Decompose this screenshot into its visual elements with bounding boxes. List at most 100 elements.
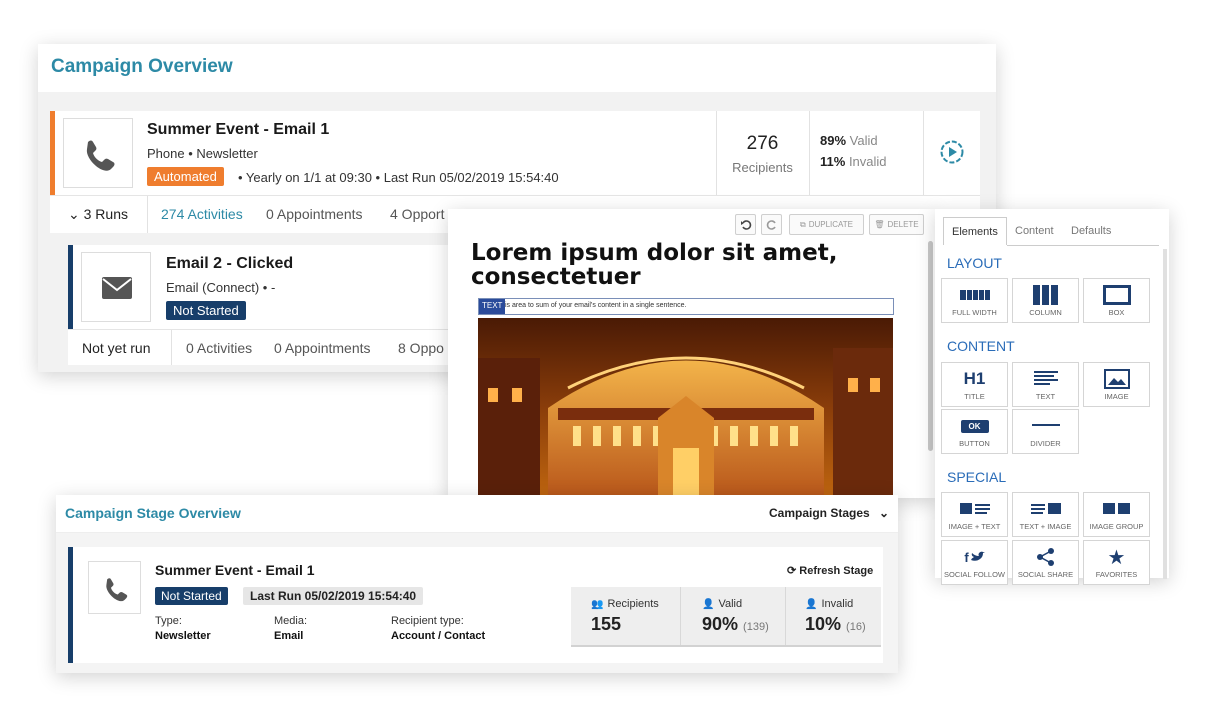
metric-count: (16) <box>846 621 866 633</box>
tab-defaults[interactable]: Defaults <box>1063 217 1123 245</box>
tile-image-text[interactable]: IMAGE + TEXT <box>941 492 1008 537</box>
duplicate-label: DUPLICATE <box>808 220 854 229</box>
metric-invalid: 👤 Invalid 10% (16) <box>786 587 881 645</box>
campaign-item-meta: Email (Connect) • - <box>166 280 276 295</box>
email-editor-canvas: ⧉ DUPLICATE 🗑 DELETE Lorem ipsum dolor sit… <box>448 209 937 498</box>
tile-full-width[interactable]: FULL WIDTH <box>941 278 1008 323</box>
tab-elements[interactable]: Elements <box>943 217 1007 245</box>
full-width-icon <box>942 284 1007 306</box>
campaign-item-title[interactable]: Email 2 - Clicked <box>166 255 293 273</box>
campaign-item-title[interactable]: Summer Event - Email 1 <box>147 121 329 139</box>
user-check-icon: 👤 <box>702 598 715 610</box>
text-block-content: is area to sum of your email's content i… <box>505 302 687 309</box>
metric-label: Recipients <box>607 598 659 610</box>
tile-label: TEXT + IMAGE <box>1019 522 1072 531</box>
button-icon: OK <box>942 415 1007 437</box>
tile-box[interactable]: BOX <box>1083 278 1150 323</box>
content-section-title: CONTENT <box>947 338 1015 354</box>
activities-count[interactable]: 0 Activities <box>186 340 252 356</box>
tile-image[interactable]: IMAGE <box>1083 362 1150 407</box>
people-icon: 👥 <box>591 598 604 610</box>
email-heading[interactable]: Lorem ipsum dolor sit amet, consectetuer <box>471 241 871 289</box>
tile-label: BOX <box>1108 308 1125 317</box>
box-icon <box>1084 284 1149 306</box>
divider <box>171 330 172 365</box>
campaign-stages-dropdown[interactable]: Campaign Stages ⌄ <box>769 506 889 520</box>
runs-toggle[interactable]: ⌄ 3 Runs <box>68 206 128 223</box>
metric-count: (139) <box>743 621 769 633</box>
campaign-item-summer-event[interactable]: Summer Event - Email 1 Phone • Newslette… <box>50 111 980 195</box>
divider-icon <box>1013 415 1078 437</box>
tile-text[interactable]: TEXT <box>1012 362 1079 407</box>
refresh-icon: ⟳ <box>787 565 797 577</box>
ok-glyph: OK <box>960 419 989 433</box>
recipient-type-value: Account / Contact <box>391 630 486 642</box>
type-value: Newsletter <box>155 630 211 642</box>
stage-card-title: Summer Event - Email 1 <box>155 562 315 578</box>
phone-icon <box>88 561 141 614</box>
tile-label: IMAGE <box>1104 392 1129 401</box>
campaign-overview-title: Campaign Overview <box>51 56 233 77</box>
text-lines-icon <box>1013 368 1078 390</box>
copy-icon: ⧉ <box>799 219 806 229</box>
envelope-icon <box>81 252 151 322</box>
last-run-chip: Last Run 05/02/2019 15:54:40 <box>243 587 424 605</box>
hero-image[interactable] <box>478 318 893 498</box>
user-x-icon: 👤 <box>805 598 818 610</box>
stage-metrics: 👥 Recipients 155 👤 Valid 90% (139) 👤 Invali… <box>571 587 881 647</box>
tile-divider[interactable]: DIVIDER <box>1012 409 1079 454</box>
tile-label: SOCIAL SHARE <box>1017 570 1074 579</box>
play-icon[interactable] <box>939 139 965 170</box>
text-block[interactable]: TEXT is area to sum of your email's cont… <box>478 298 894 315</box>
status-badge: Not Started <box>155 587 228 605</box>
tile-favorites[interactable]: ★ FAVORITES <box>1083 540 1150 585</box>
share-icon <box>1013 546 1078 568</box>
campaign-stage-header: Campaign Stage Overview Campaign Stages … <box>56 495 898 533</box>
duplicate-button[interactable]: ⧉ DUPLICATE <box>789 214 864 235</box>
media-value: Email <box>274 630 304 642</box>
redo-button[interactable] <box>761 214 782 235</box>
delete-button[interactable]: 🗑 DELETE <box>869 214 924 235</box>
phone-icon <box>63 118 133 188</box>
tile-title[interactable]: H1 TITLE <box>941 362 1008 407</box>
metric-label: Valid <box>718 598 743 610</box>
campaign-item-email-2[interactable]: Email 2 - Clicked Email (Connect) • - No… <box>68 245 480 329</box>
media-label: Media: <box>274 615 308 627</box>
tile-label: TEXT <box>1035 392 1056 401</box>
dropdown-label: Campaign Stages <box>769 506 870 520</box>
activities-link[interactable]: 274 Activities <box>161 206 243 222</box>
tile-social-share[interactable]: SOCIAL SHARE <box>1012 540 1079 585</box>
tile-label: COLUMN <box>1029 308 1062 317</box>
tab-content[interactable]: Content <box>1007 217 1063 245</box>
special-section-title: SPECIAL <box>947 469 1007 485</box>
valid-label: Valid <box>849 133 878 148</box>
undo-button[interactable] <box>735 214 756 235</box>
appointments-count: 0 Appointments <box>274 340 371 356</box>
image-icon <box>1084 368 1149 390</box>
editor-scrollbar[interactable] <box>928 241 933 451</box>
tile-label: TITLE <box>964 392 985 401</box>
social-follow-icon: f <box>942 546 1007 568</box>
tile-label: SOCIAL FOLLOW <box>944 570 1005 579</box>
tile-column[interactable]: COLUMN <box>1012 278 1079 323</box>
appointments-count: 0 Appointments <box>266 206 363 222</box>
refresh-stage-label: Refresh Stage <box>799 565 874 577</box>
tile-image-group[interactable]: IMAGE GROUP <box>1083 492 1150 537</box>
tile-button[interactable]: OK BUTTON <box>941 409 1008 454</box>
divider <box>147 196 148 233</box>
recipients-count: 276 <box>746 133 779 154</box>
image-text-icon <box>942 498 1007 520</box>
tile-social-follow[interactable]: f SOCIAL FOLLOW <box>941 540 1008 585</box>
star-icon: ★ <box>1107 546 1126 569</box>
text-block-tag: TEXT <box>479 299 506 314</box>
valid-stat: 89% Valid <box>820 133 878 148</box>
tile-text-image[interactable]: TEXT + IMAGE <box>1012 492 1079 537</box>
h1-icon: H1 <box>942 368 1007 390</box>
runs-label: Not yet run <box>82 340 151 356</box>
refresh-stage-button[interactable]: ⟳ Refresh Stage <box>787 564 873 577</box>
divider <box>809 111 810 195</box>
metric-valid: 👤 Valid 90% (139) <box>681 587 785 645</box>
panel-scrollbar[interactable] <box>1163 249 1167 579</box>
divider <box>923 111 924 195</box>
redo-icon <box>766 219 776 230</box>
